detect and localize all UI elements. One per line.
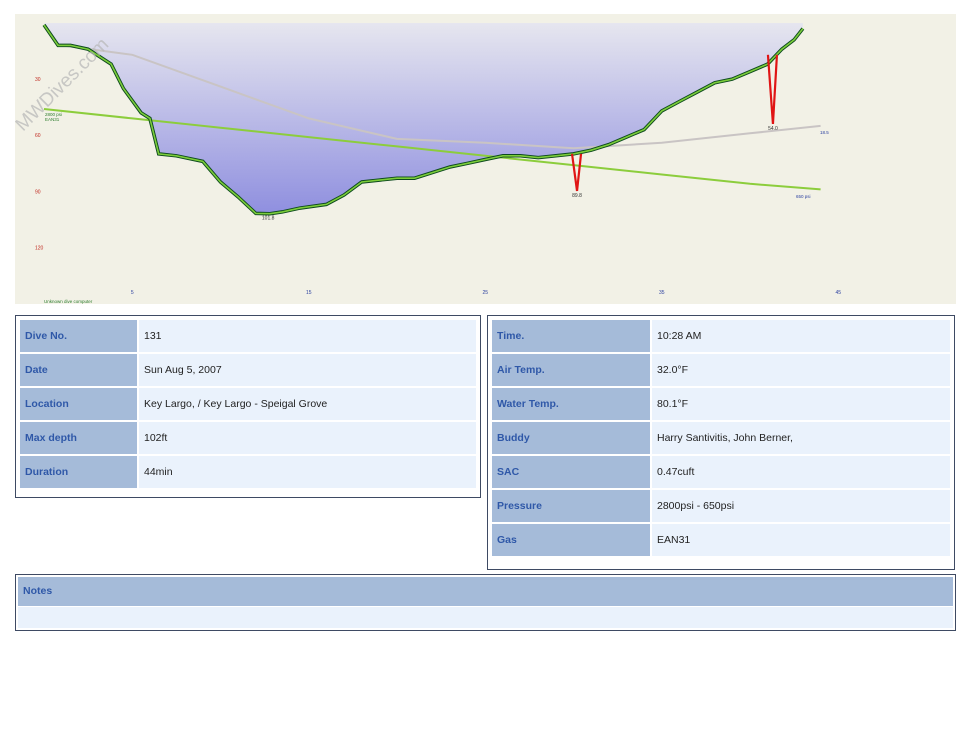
dive-profile-chart: 89.8 54.0 101.8 5 15 25 35 45 30 60 90 120 2800 psi E…	[15, 14, 956, 304]
depth-area-fill	[44, 23, 803, 214]
table-row-air-temp: Air Temp. 32.0°F	[492, 354, 950, 386]
notes-body	[18, 607, 953, 628]
dive-info-table-left: Dive No. 131 Date Sun Aug 5, 2007 Locati…	[15, 315, 481, 498]
table-row-buddy: Buddy Harry Santivitis, John Berner,	[492, 422, 950, 454]
gas-label: EAN31	[45, 117, 60, 122]
value-water-temp: 80.1°F	[652, 388, 950, 420]
value-max-depth: 102ft	[139, 422, 476, 454]
notes-header: Notes	[18, 577, 953, 606]
depth-spike-label-1: 89.8	[572, 193, 582, 199]
dive-info-table-right: Time. 10:28 AM Air Temp. 32.0°F Water Te…	[487, 315, 955, 570]
label-air-temp: Air Temp.	[492, 354, 650, 386]
value-location: Key Largo, / Key Largo - Speigal Grove	[139, 388, 476, 420]
value-buddy: Harry Santivitis, John Berner,	[652, 422, 950, 454]
value-date: Sun Aug 5, 2007	[139, 354, 476, 386]
table-row-dive-no: Dive No. 131	[20, 320, 476, 352]
table-row-water-temp: Water Temp. 80.1°F	[492, 388, 950, 420]
label-water-temp: Water Temp.	[492, 388, 650, 420]
table-row-time: Time. 10:28 AM	[492, 320, 950, 352]
depth-spike-1	[570, 153, 583, 192]
depth-spike-label-2: 54.0	[768, 126, 778, 132]
label-sac: SAC	[492, 456, 650, 488]
label-gas: Gas	[492, 524, 650, 556]
value-air-temp: 32.0°F	[652, 354, 950, 386]
dive-computer-label: Unknown dive computer	[44, 299, 93, 304]
depth-spike-2	[766, 54, 779, 125]
table-row-gas: Gas EAN31	[492, 524, 950, 556]
value-dive-no: 131	[139, 320, 476, 352]
table-row-max-depth: Max depth 102ft	[20, 422, 476, 454]
label-max-depth: Max depth	[20, 422, 137, 454]
value-sac: 0.47cuft	[652, 456, 950, 488]
label-pressure: Pressure	[492, 490, 650, 522]
label-date: Date	[20, 354, 137, 386]
table-row-pressure: Pressure 2800psi - 650psi	[492, 490, 950, 522]
y-tick-label: 60	[35, 133, 41, 139]
x-tick-label: 5	[131, 290, 134, 296]
label-location: Location	[20, 388, 137, 420]
label-time: Time.	[492, 320, 650, 352]
value-duration: 44min	[139, 456, 476, 488]
y-tick-label: 90	[35, 189, 41, 195]
x-tick-label: 15	[306, 290, 312, 296]
table-row-date: Date Sun Aug 5, 2007	[20, 354, 476, 386]
value-time: 10:28 AM	[652, 320, 950, 352]
value-gas: EAN31	[652, 524, 950, 556]
y-tick-label: 30	[35, 77, 41, 83]
table-row-location: Location Key Largo, / Key Largo - Speiga…	[20, 388, 476, 420]
y-tick-label: 120	[35, 245, 44, 251]
max-depth-label: 101.8	[262, 215, 275, 221]
notes-section: Notes	[15, 574, 956, 631]
watermark: MWDives.com	[15, 34, 113, 135]
x-tick-label: 45	[835, 290, 841, 296]
value-pressure: 2800psi - 650psi	[652, 490, 950, 522]
end-secondary-label: 18.5	[820, 130, 829, 135]
table-row-sac: SAC 0.47cuft	[492, 456, 950, 488]
label-dive-no: Dive No.	[20, 320, 137, 352]
table-row-duration: Duration 44min	[20, 456, 476, 488]
dive-profile-svg: 89.854.0101.85 15 25 35 453060901202800 psiE…	[15, 23, 841, 304]
label-buddy: Buddy	[492, 422, 650, 454]
x-tick-label: 35	[659, 290, 665, 296]
x-tick-label: 25	[482, 290, 488, 296]
label-duration: Duration	[20, 456, 137, 488]
end-pressure-label: 650 psi	[796, 194, 811, 199]
